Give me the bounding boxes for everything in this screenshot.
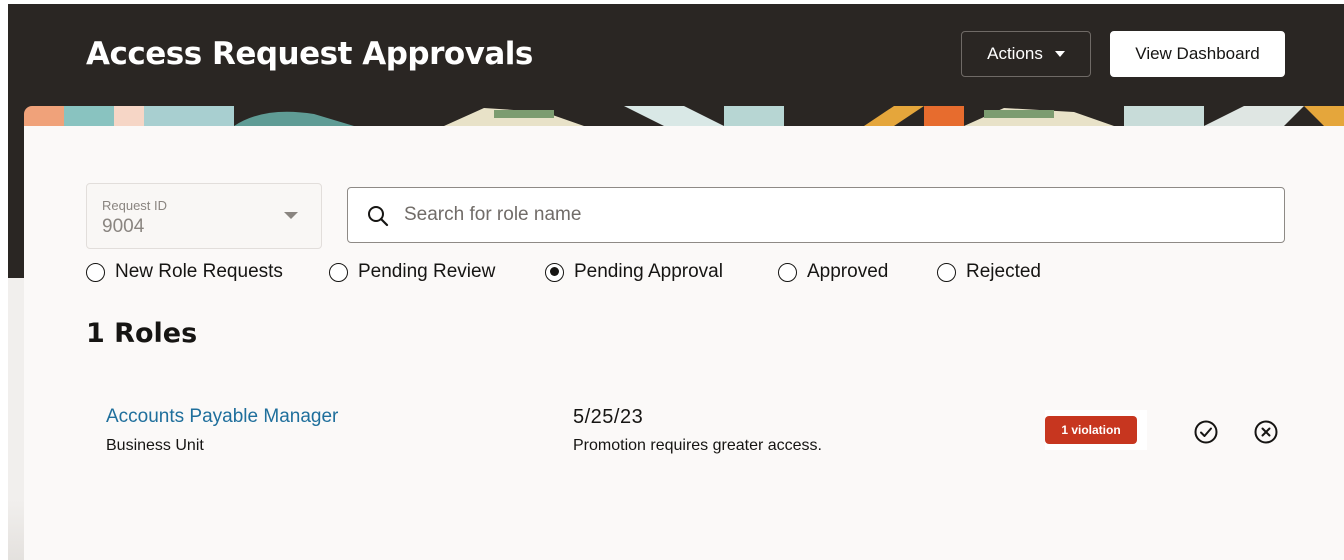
search-icon <box>368 206 389 227</box>
radio-new-role-requests[interactable]: New Role Requests <box>86 258 283 286</box>
view-dashboard-button[interactable]: View Dashboard <box>1110 31 1285 77</box>
search-input[interactable] <box>404 196 1264 234</box>
caret-down-icon <box>1054 51 1065 57</box>
role-search[interactable] <box>347 187 1285 243</box>
page: Access Request Approvals Actions View Da… <box>0 0 1344 560</box>
radio-circle <box>86 262 105 282</box>
radio-label: New Role Requests <box>115 261 283 282</box>
left-gutter-shade <box>8 500 24 560</box>
check-circle-icon[interactable] <box>1193 419 1219 445</box>
role-name-link[interactable]: Accounts Payable Manager <box>106 406 338 428</box>
radio-circle <box>329 262 348 282</box>
radio-label: Rejected <box>966 261 1041 282</box>
radio-circle-selected <box>545 262 564 282</box>
radio-circle <box>937 262 956 282</box>
caret-down-icon <box>284 212 298 219</box>
violation-badge-wrapper: 1 violation <box>1045 410 1147 450</box>
page-title: Access Request Approvals <box>86 36 533 72</box>
radio-label: Pending Review <box>358 261 496 282</box>
radio-pending-approval[interactable]: Pending Approval <box>545 258 723 286</box>
role-scope: Business Unit <box>106 437 204 454</box>
radio-rejected[interactable]: Rejected <box>937 258 1041 286</box>
request-reason: Promotion requires greater access. <box>573 437 822 454</box>
list-item: Accounts Payable Manager Business Unit 5… <box>86 396 1326 466</box>
request-id-value: 9004 <box>102 216 145 237</box>
radio-label: Approved <box>807 261 889 282</box>
x-circle-icon[interactable] <box>1253 419 1279 445</box>
request-id-label: Request ID <box>102 198 168 213</box>
radio-approved[interactable]: Approved <box>778 258 888 286</box>
violation-badge[interactable]: 1 violation <box>1045 416 1137 444</box>
radio-label: Pending Approval <box>574 261 723 282</box>
request-date: 5/25/23 <box>573 406 644 428</box>
radio-pending-review[interactable]: Pending Review <box>329 258 495 286</box>
radio-circle <box>778 262 797 282</box>
request-id-select[interactable]: Request ID 9004 <box>86 183 322 249</box>
results-count-heading: 1 Roles <box>86 318 198 349</box>
actions-button-label: Actions <box>987 44 1043 63</box>
actions-menu-button[interactable]: Actions <box>961 31 1091 77</box>
decorative-banner <box>24 106 1344 126</box>
